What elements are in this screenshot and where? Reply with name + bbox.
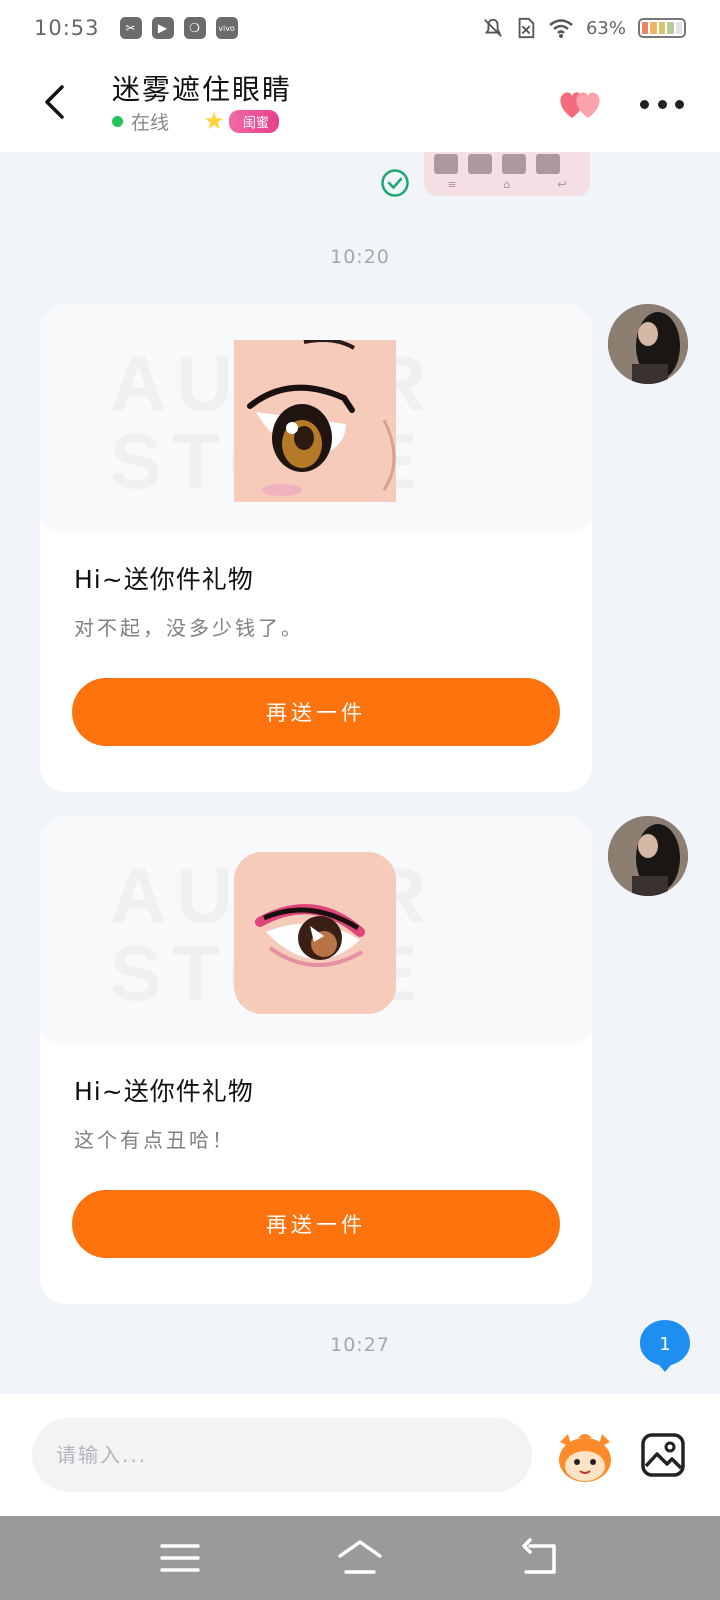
more-options-button[interactable] [640, 90, 684, 118]
message-input[interactable] [32, 1418, 532, 1492]
sent-check-icon [381, 169, 409, 197]
gift-card: AUTOR STORE Hi~送你件礼物 对不起，没多少钱了。 再送一件 [40, 304, 592, 792]
avatar-photo [608, 304, 688, 384]
intimacy-hearts-button[interactable] [556, 86, 606, 122]
gift-title: Hi~送你件礼物 [74, 1077, 254, 1106]
status-time: 10:53 [34, 16, 100, 40]
battery-icon [638, 18, 686, 38]
pink-eye-gift-image[interactable] [234, 852, 396, 1014]
anime-eye-gift-image[interactable] [234, 340, 396, 502]
image-picker-button[interactable] [640, 1432, 686, 1478]
system-nav-bar [0, 1516, 720, 1600]
play-icon: ▶ [151, 17, 174, 39]
wifi-icon [549, 19, 573, 38]
chat-header: 迷雾遮住眼睛 在线 ★ 闺蜜 [0, 56, 720, 152]
gift-message: 这个有点丑哈！ [74, 1128, 235, 1152]
dot-icon [675, 99, 684, 109]
emoji-button[interactable] [554, 1428, 616, 1484]
leaf-icon: ❍ [183, 17, 206, 39]
contact-name[interactable]: 迷雾遮住眼睛 [112, 68, 292, 108]
mascot-emoji-icon [559, 1434, 611, 1482]
avatar-photo [608, 816, 688, 896]
avatar[interactable] [608, 816, 688, 896]
vivo-icon: vivo [215, 17, 238, 39]
send-another-button[interactable]: 再送一件 [72, 678, 560, 746]
dot-icon [657, 99, 667, 109]
timestamp: 10:20 [330, 246, 390, 268]
previous-image-message[interactable]: ≡ ⌂ ↩ [424, 152, 590, 196]
chevron-left-icon [45, 85, 64, 119]
sim-off-icon [518, 17, 535, 39]
gift-message: 对不起，没多少钱了。 [74, 616, 304, 640]
back-button[interactable] [36, 78, 72, 126]
home-icon[interactable] [336, 1538, 384, 1578]
menu-icon[interactable] [156, 1538, 204, 1578]
contact-status: 在线 ★ 闺蜜 [112, 106, 280, 136]
gift-image-area: AUTOR STORE [40, 304, 592, 532]
status-bar: 10:53 ✂ ▶ ❍ vivo 63% [0, 0, 720, 56]
gift-image-area: AUTOR STORE [40, 816, 592, 1044]
timestamp: 10:27 [330, 1334, 390, 1356]
relation-badge[interactable]: ★ 闺蜜 [191, 106, 280, 136]
composer-bar [0, 1394, 720, 1516]
hearts-icon [560, 92, 600, 118]
gift-card: AUTOR STORE Hi~送你件礼物 这个有点丑哈！ 再送一件 [40, 816, 592, 1304]
mute-bell-icon [484, 18, 502, 37]
star-icon: ★ [203, 107, 225, 135]
online-label: 在线 [131, 111, 170, 134]
battery-percent: 63% [585, 17, 626, 39]
screenshot-icon: ✂ [119, 17, 142, 39]
online-dot [112, 115, 123, 127]
back-nav-icon[interactable] [516, 1538, 564, 1578]
dot-icon [640, 99, 649, 109]
send-another-button[interactable]: 再送一件 [72, 1190, 560, 1258]
avatar[interactable] [608, 304, 688, 384]
image-icon [641, 1433, 685, 1477]
gift-title: Hi~送你件礼物 [74, 565, 254, 594]
